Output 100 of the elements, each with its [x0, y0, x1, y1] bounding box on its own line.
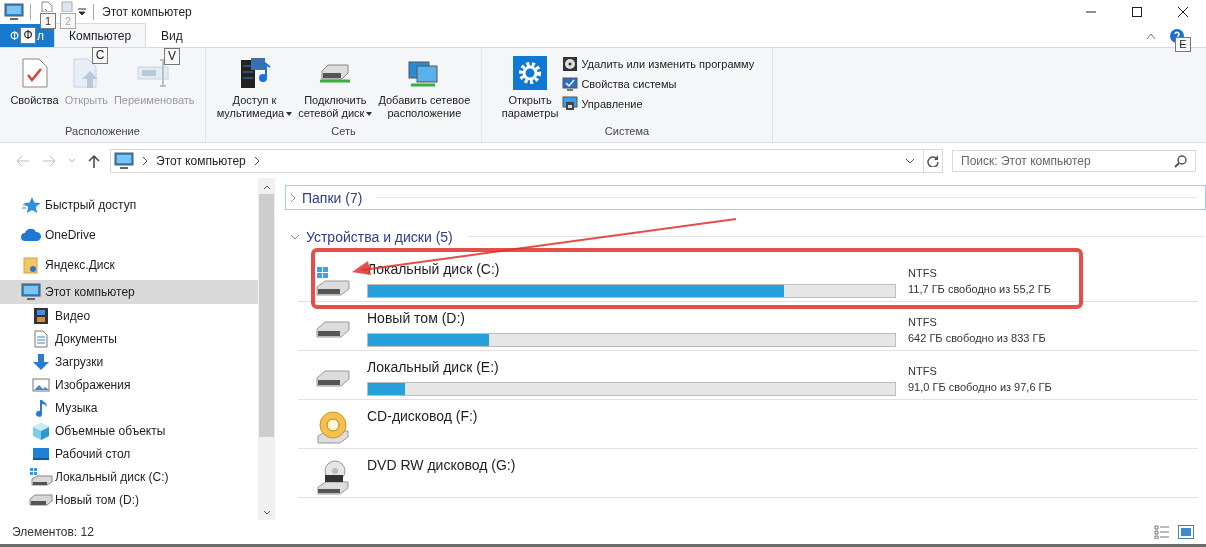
ribbon-button[interactable]: Свойства: [8, 52, 61, 124]
cd-box-icon: [562, 56, 579, 72]
download-arrow-icon: [32, 352, 50, 371]
star-icon: [22, 196, 40, 214]
drive-name[interactable]: CD-дисковод (F:): [367, 408, 896, 427]
free-space-label: 11,7 ГБ свободно из 55,2 ГБ: [908, 282, 1051, 297]
ribbon-button[interactable]: Открыть параметры: [499, 52, 561, 124]
search-field[interactable]: Поиск: Этот компьютер: [952, 150, 1196, 172]
document-icon: [33, 329, 49, 348]
breadcrumb-item[interactable]: Этот компьютер: [156, 154, 246, 168]
monitor-check-icon: [562, 76, 579, 92]
nav-item[interactable]: Изображения: [0, 373, 258, 396]
customize-dropdown-icon[interactable]: [77, 7, 87, 17]
maximize-icon: [1132, 7, 1142, 17]
gear-icon: [513, 56, 548, 90]
ribbon-small-button[interactable]: Свойства системы: [562, 76, 755, 92]
free-space-label: 642 ГБ свободно из 833 ГБ: [908, 331, 1046, 346]
file-system-label: NTFS: [908, 364, 938, 379]
ribbon-button[interactable]: Добавить сетевое расположение: [376, 52, 473, 124]
scrollbar[interactable]: [258, 178, 275, 520]
ribbon-small-button[interactable]: Управление: [562, 96, 755, 112]
nav-item[interactable]: OneDrive: [0, 220, 258, 250]
system-drive-icon: [314, 265, 351, 297]
file-system-label: NTFS: [908, 266, 938, 281]
address-field[interactable]: Этот компьютер: [110, 149, 943, 173]
nav-item[interactable]: Загрузки: [0, 350, 258, 373]
ribbon-button[interactable]: Подключить сетевой диск: [296, 52, 375, 124]
drive-tile[interactable]: DVD RW дисковод (G:): [298, 449, 1198, 498]
folder-icon: [23, 256, 39, 274]
nav-item[interactable]: Музыка: [0, 396, 258, 419]
app-computer-icon: [4, 3, 24, 21]
drive-tile[interactable]: Локальный диск (E:) NTFS 91,0 ГБ свободно из 97,6 ГБ: [298, 351, 1198, 400]
breadcrumb-chevron-icon[interactable]: [142, 157, 148, 165]
nav-item[interactable]: Видео: [0, 304, 258, 327]
drive-name[interactable]: Новый том (D:): [367, 310, 896, 329]
network-drive-icon: [318, 61, 353, 85]
details-view-icon[interactable]: [1154, 525, 1170, 539]
refresh-icon[interactable]: [927, 155, 939, 167]
keytip: C: [92, 47, 109, 64]
drive-name[interactable]: Локальный диск (E:): [367, 359, 896, 378]
nav-item[interactable]: Быстрый доступ: [0, 190, 258, 220]
group-label: Расположение: [64, 124, 141, 139]
ribbon-button[interactable]: Доступ к мультимедиа: [214, 52, 295, 124]
computer-manage-icon: [562, 96, 579, 112]
group-header[interactable]: Устройства и диски (5): [285, 224, 1206, 249]
large-icons-view-icon[interactable]: [1178, 525, 1194, 539]
document-icon[interactable]: [41, 1, 53, 12]
window-title: Этот компьютер: [102, 5, 192, 19]
collapse-ribbon-icon[interactable]: [1146, 31, 1156, 40]
computer-icon: [21, 283, 41, 301]
computer-icon: [114, 152, 134, 170]
ribbon-tab[interactable]: Вид: [146, 24, 198, 47]
file-tab[interactable]: Ф Ф л: [0, 24, 54, 47]
checkmark-document-icon: [20, 57, 49, 89]
item-count: Элементов: 12: [12, 525, 94, 539]
cloud-icon: [21, 228, 41, 242]
drive-icon: [314, 319, 351, 341]
cd-drive-icon: [314, 410, 351, 446]
system-drive-icon: [29, 466, 53, 487]
ribbon-small-button[interactable]: Удалить или изменить программу: [562, 56, 755, 72]
scroll-down-icon[interactable]: [262, 510, 271, 516]
desktop-icon: [32, 445, 50, 462]
keytip: 2: [60, 13, 76, 29]
drive-tile[interactable]: CD-дисковод (F:): [298, 400, 1198, 449]
film-icon: [33, 306, 49, 325]
nav-item[interactable]: Рабочий стол: [0, 442, 258, 465]
keytip: 1: [40, 13, 56, 29]
forward-arrow-icon: [42, 155, 56, 167]
breadcrumb-chevron-icon[interactable]: [253, 157, 260, 165]
scroll-up-icon[interactable]: [262, 184, 271, 190]
drive-icon: [29, 492, 53, 507]
group-header[interactable]: Папки (7): [285, 185, 1206, 210]
group-label: Сеть: [330, 124, 357, 139]
free-space-label: 91,0 ГБ свободно из 97,6 ГБ: [908, 380, 1052, 395]
nav-item[interactable]: Объемные объекты: [0, 419, 258, 442]
picture-frame-icon: [32, 376, 50, 393]
close-icon: [1178, 7, 1188, 17]
nav-item[interactable]: Новый том (D:): [0, 488, 258, 511]
chevron-down-icon: [290, 233, 300, 240]
chevron-down-icon[interactable]: [905, 158, 915, 164]
scrollbar-thumb[interactable]: [259, 194, 274, 437]
search-icon: [1174, 154, 1188, 168]
group-label: Система: [603, 124, 651, 139]
keytip: E: [1175, 36, 1191, 52]
back-arrow-icon: [16, 155, 30, 167]
drive-tile[interactable]: Новый том (D:) NTFS 642 ГБ свободно из 833 ГБ: [298, 302, 1198, 351]
nav-item[interactable]: Яндекс.Диск: [0, 250, 258, 280]
chevron-down-icon: [68, 158, 76, 164]
drive-name[interactable]: DVD RW дисковод (G:): [367, 457, 896, 476]
music-note-icon: [34, 398, 48, 417]
cube-icon: [32, 421, 50, 440]
keytip: Ф: [20, 27, 37, 44]
nav-item[interactable]: Документы: [0, 327, 258, 350]
document-up-arrow-icon: [72, 57, 101, 89]
dvd-drive-icon: [314, 459, 351, 495]
up-arrow-icon: [88, 154, 100, 168]
nav-item[interactable]: Этот компьютер: [0, 280, 258, 304]
nav-item[interactable]: Локальный диск (C:): [0, 465, 258, 488]
drive-icon: [314, 368, 351, 390]
file-system-label: NTFS: [908, 315, 938, 330]
